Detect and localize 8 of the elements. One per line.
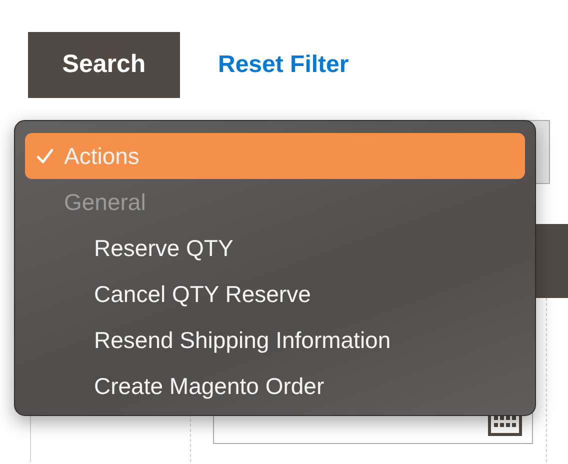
menu-option[interactable]: Resend Shipping Information <box>25 317 525 363</box>
menu-option[interactable]: Create Magento Order <box>25 363 525 409</box>
menu-option[interactable]: Cancel QTY Reserve <box>25 271 525 317</box>
check-icon <box>36 148 54 164</box>
reset-filter-link[interactable]: Reset Filter <box>218 47 349 83</box>
search-button[interactable]: Search <box>28 32 180 98</box>
group-label: General <box>63 188 147 217</box>
menu-option[interactable]: Reserve QTY <box>25 225 525 271</box>
